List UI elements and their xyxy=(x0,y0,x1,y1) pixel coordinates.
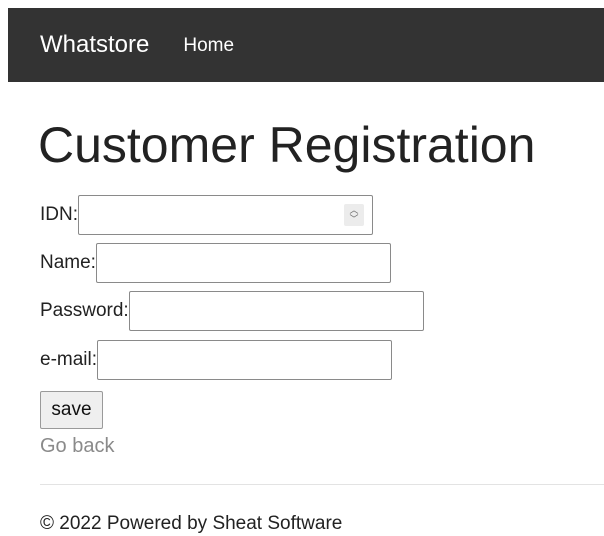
idn-label: IDN: xyxy=(40,204,78,225)
idn-field-wrapper: ︿ ﹀ xyxy=(78,195,373,235)
brand-link[interactable]: Whatstore xyxy=(40,33,149,57)
email-input[interactable] xyxy=(97,340,393,380)
password-label: Password: xyxy=(40,300,129,321)
footer-divider xyxy=(40,484,604,485)
email-label: e-mail: xyxy=(40,349,98,370)
name-input[interactable] xyxy=(95,243,391,283)
idn-row: IDN: ︿ ﹀ xyxy=(40,195,373,235)
name-label: Name: xyxy=(40,252,96,273)
name-row: Name: xyxy=(40,243,391,283)
top-navbar: Whatstore Home xyxy=(8,8,604,82)
idn-input[interactable] xyxy=(78,195,373,235)
nav-link-home[interactable]: Home xyxy=(183,36,234,55)
page-title: Customer Registration xyxy=(38,117,536,173)
email-row: e-mail: xyxy=(40,340,393,380)
spin-down-icon[interactable]: ﹀ xyxy=(349,215,358,224)
password-input[interactable] xyxy=(128,291,424,331)
password-row: Password: xyxy=(40,291,424,331)
number-spinner[interactable]: ︿ ﹀ xyxy=(344,204,364,226)
go-back-link[interactable]: Go back xyxy=(40,435,114,458)
save-button[interactable]: save xyxy=(40,391,103,429)
footer-text: © 2022 Powered by Sheat Software xyxy=(40,513,343,534)
page: Whatstore Home Customer Registration IDN… xyxy=(0,0,604,536)
